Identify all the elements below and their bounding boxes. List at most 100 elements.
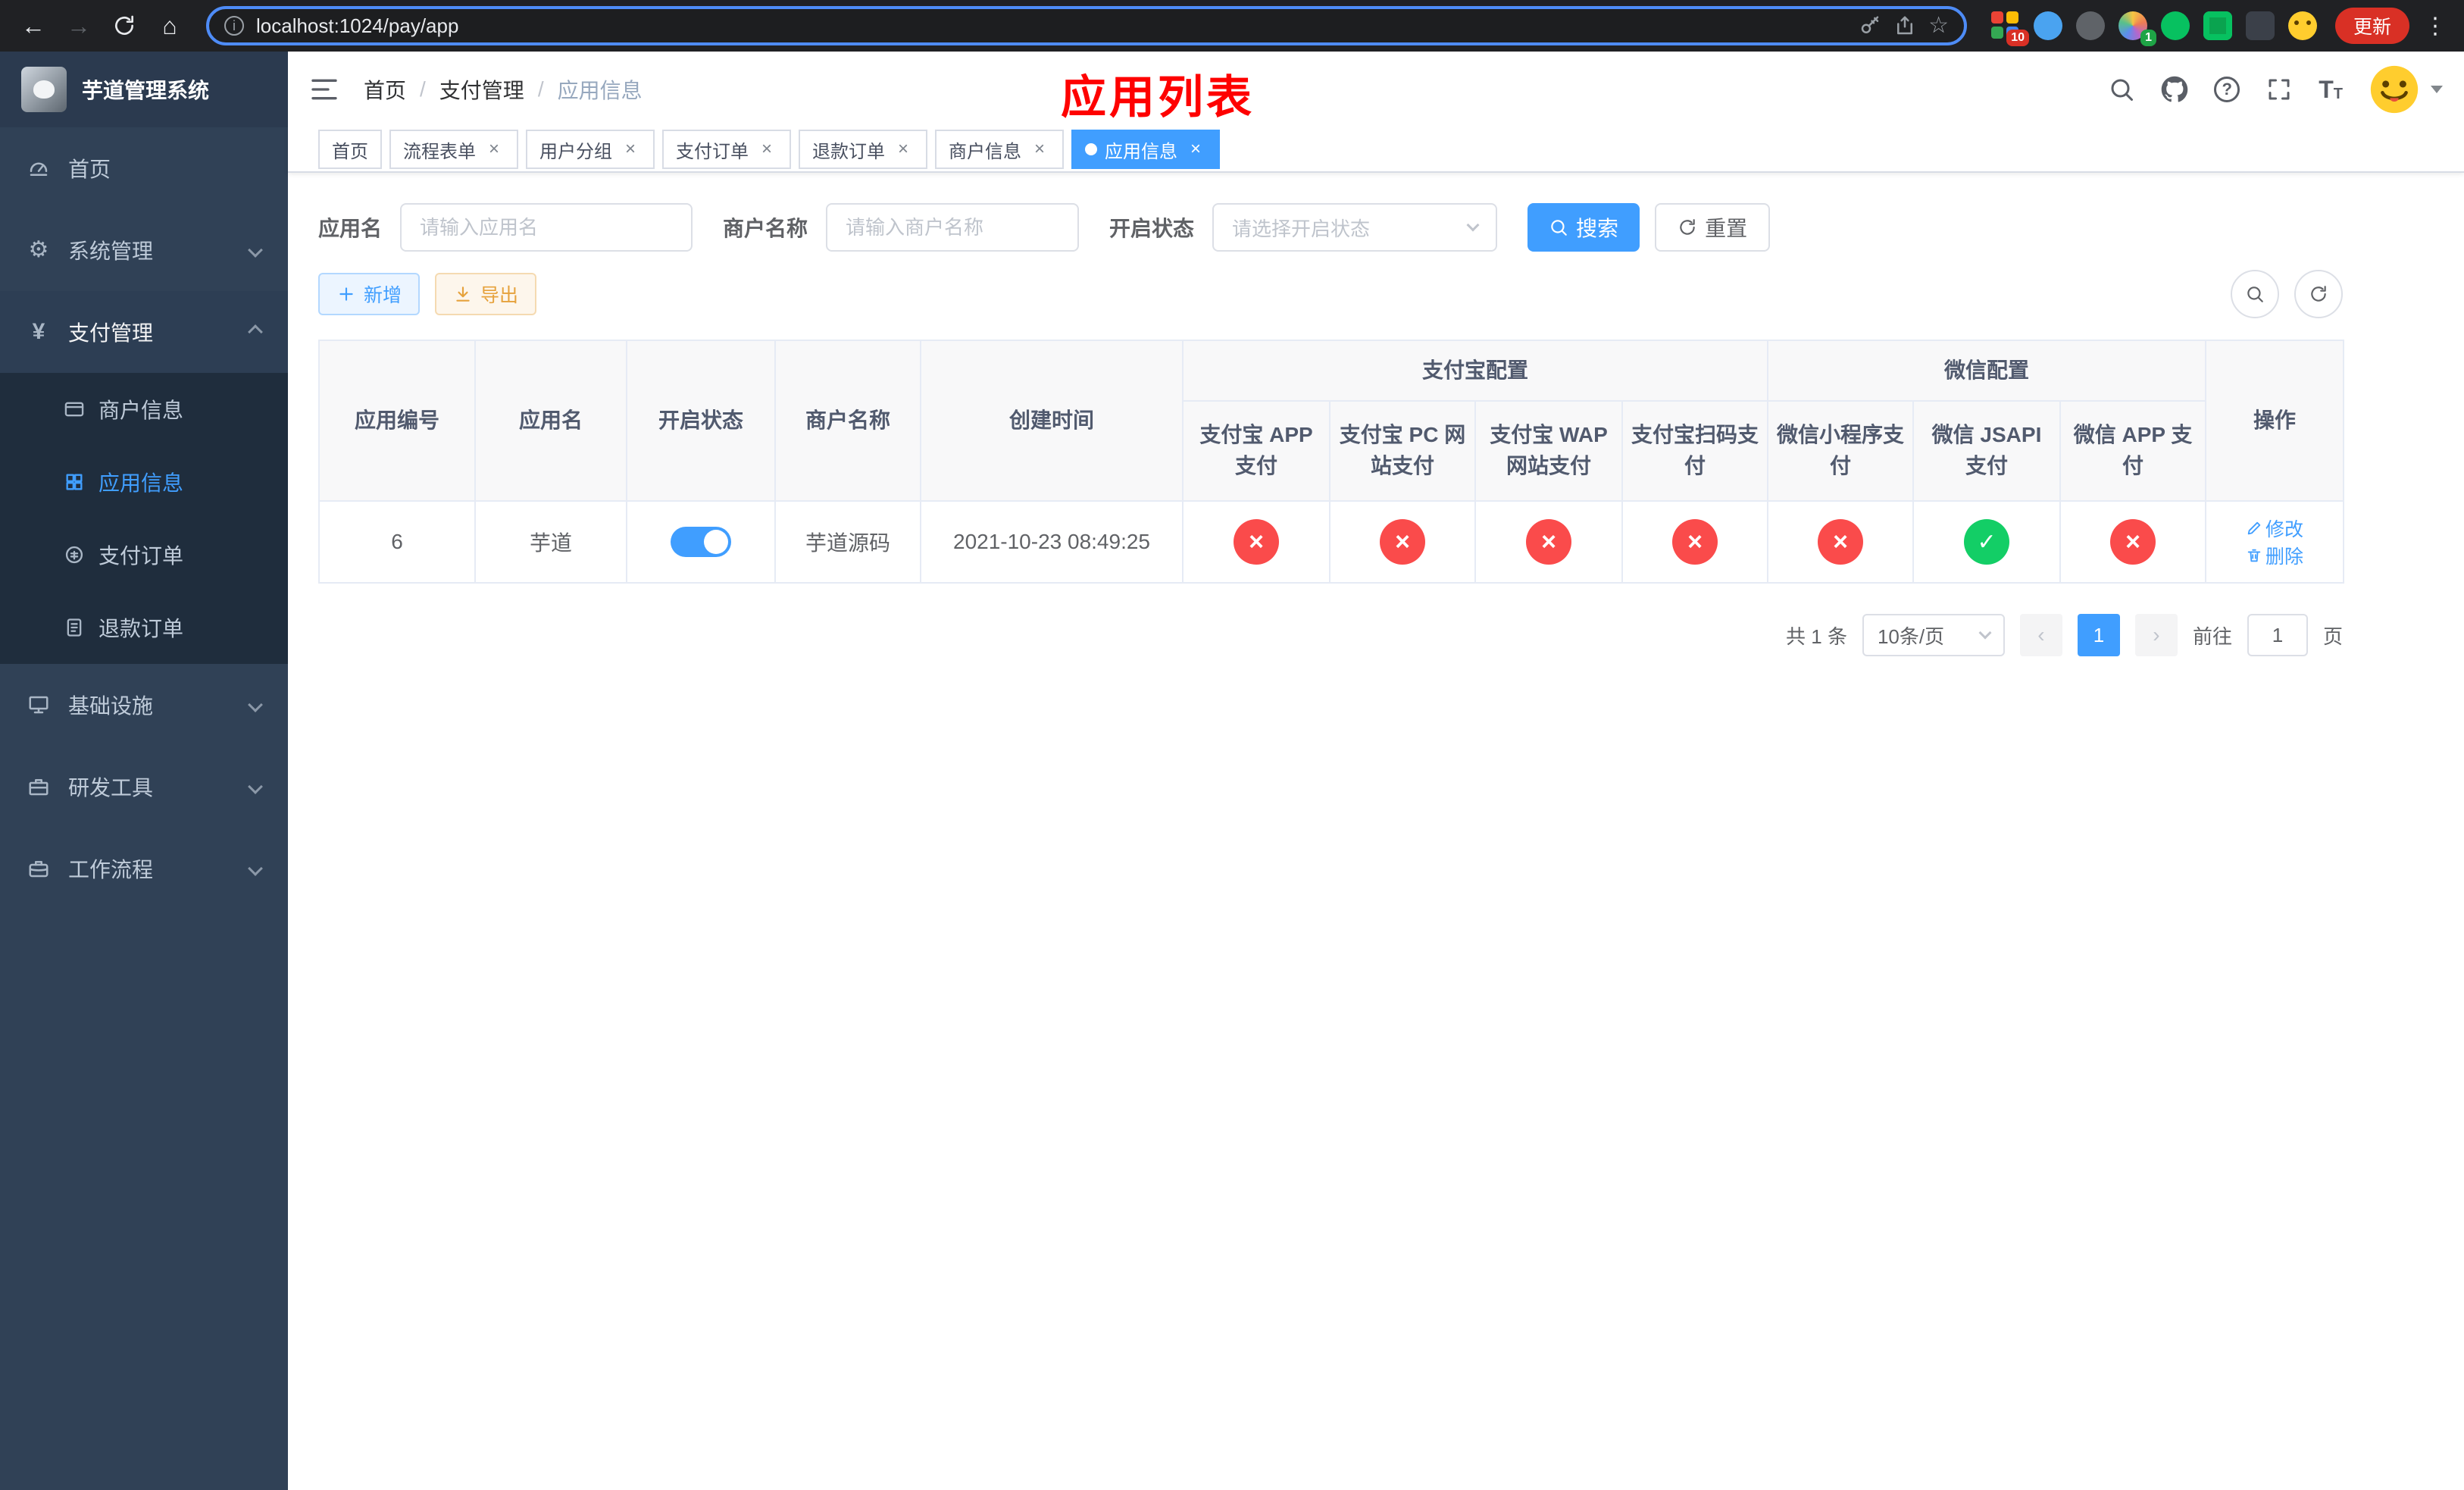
chevron-down-icon: [248, 697, 263, 712]
site-info-icon[interactable]: i: [224, 16, 244, 36]
merchant-card-icon: [64, 402, 84, 417]
prev-page-button[interactable]: ‹: [2019, 614, 2062, 656]
extension-grid-icon[interactable]: 10: [1990, 11, 2029, 46]
sidebar-item-payment-management[interactable]: ¥ 支付管理: [0, 291, 288, 373]
password-key-icon[interactable]: [1859, 14, 1881, 37]
extension-green-icon[interactable]: [2160, 11, 2190, 40]
export-button[interactable]: 导出: [435, 273, 537, 315]
extension-badge: 1: [2140, 30, 2156, 46]
tab-user-group[interactable]: 用户分组 ×: [526, 130, 655, 169]
merchant-name-input[interactable]: [826, 203, 1080, 252]
user-menu[interactable]: [2369, 64, 2443, 115]
infrastructure-icon: [29, 696, 48, 714]
add-button[interactable]: 新增: [318, 273, 421, 315]
refund-order-icon: [67, 618, 82, 637]
next-page-button[interactable]: ›: [2134, 614, 2178, 656]
help-icon[interactable]: ?: [2214, 77, 2240, 102]
tab-home[interactable]: 首页: [318, 130, 382, 169]
github-icon[interactable]: [2161, 76, 2188, 103]
chevron-down-icon: [248, 861, 263, 876]
tab-close-icon[interactable]: ×: [756, 139, 777, 160]
back-button[interactable]: ←: [12, 5, 55, 47]
avatar-caret-icon: [2431, 86, 2443, 93]
app-name-input[interactable]: [400, 203, 693, 252]
browser-menu-button[interactable]: ⋮: [2419, 13, 2452, 39]
extension-gray-icon[interactable]: [2075, 11, 2105, 40]
goto-page-input[interactable]: [2247, 614, 2308, 656]
extension-cube-icon[interactable]: [2245, 11, 2275, 40]
tab-close-icon[interactable]: ×: [483, 139, 505, 160]
table-toolbar: 新增 导出: [318, 270, 2343, 318]
table-row: 6 芋道 芋道源码 2021-10-23 08:49:25 × × × × × …: [318, 500, 2345, 584]
user-avatar[interactable]: [2369, 64, 2420, 115]
app-logo[interactable]: 芋道管理系统: [0, 52, 288, 127]
sidebar-item-system-management[interactable]: ⚙ 系统管理: [0, 209, 288, 291]
hide-search-button[interactable]: [2231, 270, 2279, 318]
channel-status-icon: ×: [2110, 519, 2156, 565]
sidebar-item-dev-tools[interactable]: 研发工具: [0, 746, 288, 828]
sidebar-item-refund-order[interactable]: 退款订单: [0, 591, 288, 664]
reload-button[interactable]: [103, 5, 145, 47]
sidebar-item-home[interactable]: 首页: [0, 127, 288, 209]
tab-close-icon[interactable]: ×: [1185, 139, 1206, 160]
cell-app-id: 6: [318, 500, 476, 584]
app-grid-icon: [66, 474, 83, 490]
breadcrumb: 首页 / 支付管理 / 应用信息: [364, 74, 643, 105]
tab-app-info[interactable]: 应用信息 ×: [1071, 130, 1220, 169]
search-icon: [1551, 220, 1567, 236]
tab-process-form[interactable]: 流程表单 ×: [389, 130, 518, 169]
col-alipay-qr: 支付宝扫码支付: [1621, 400, 1769, 502]
channel-status-icon: ×: [1380, 519, 1425, 565]
reset-button[interactable]: 重置: [1655, 203, 1771, 252]
sidebar: 芋道管理系统 首页 ⚙ 系统管理 ¥ 支付管理 商户信息 应用信息 支付订单 退…: [0, 52, 288, 1490]
home-icon: ⌂: [162, 11, 177, 39]
address-bar[interactable]: i localhost:1024/pay/app ☆: [206, 6, 1967, 45]
col-wechat-app: 微信 APP 支付: [2059, 400, 2207, 502]
tab-refund-order[interactable]: 退款订单 ×: [799, 130, 927, 169]
delete-link[interactable]: 删除: [2246, 542, 2303, 569]
font-size-icon[interactable]: TT: [2319, 77, 2343, 102]
sidebar-item-payment-order[interactable]: 支付订单: [0, 518, 288, 591]
status-toggle[interactable]: [671, 527, 731, 557]
tab-close-icon[interactable]: ×: [893, 139, 914, 160]
sidebar-fold-icon[interactable]: [309, 74, 339, 105]
search-icon: [2247, 286, 2263, 302]
active-tab-dot: [1085, 143, 1097, 155]
sidebar-item-app-info[interactable]: 应用信息: [0, 446, 288, 518]
search-icon[interactable]: [2108, 76, 2135, 103]
extension-rainbow-icon[interactable]: 1: [2118, 11, 2156, 46]
share-icon[interactable]: [1893, 14, 1916, 37]
extension-emoji-icon[interactable]: [2287, 11, 2317, 40]
bookmark-star-icon[interactable]: ☆: [1928, 14, 1949, 37]
tab-merchant-info[interactable]: 商户信息 ×: [935, 130, 1064, 169]
tab-close-icon[interactable]: ×: [620, 139, 641, 160]
edit-link[interactable]: 修改: [2246, 515, 2303, 542]
sidebar-item-infrastructure[interactable]: 基础设施: [0, 664, 288, 746]
update-button[interactable]: 更新: [2334, 8, 2409, 44]
status-select[interactable]: 请选择开启状态: [1212, 203, 1498, 252]
page-title-annotation: 应用列表: [1061, 72, 1255, 123]
merchant-name-label: 商户名称: [723, 217, 808, 240]
tab-close-icon[interactable]: ×: [1029, 139, 1050, 160]
breadcrumb-home[interactable]: 首页: [364, 74, 406, 105]
breadcrumb-payment[interactable]: 支付管理: [439, 74, 524, 105]
page-number-button[interactable]: 1: [2077, 614, 2120, 656]
sidebar-item-merchant-info[interactable]: 商户信息: [0, 373, 288, 446]
page-size-select[interactable]: 10条/页: [1862, 614, 2005, 656]
search-button[interactable]: 搜索: [1527, 203, 1640, 252]
col-merchant: 商户名称: [774, 340, 921, 502]
extension-wechat-dev-icon[interactable]: [2203, 11, 2232, 40]
extension-blue-icon[interactable]: [2033, 11, 2062, 40]
fullscreen-icon[interactable]: [2265, 76, 2293, 103]
col-wechat-jsapi: 微信 JSAPI 支付: [1912, 400, 2062, 502]
home-button[interactable]: ⌂: [149, 5, 191, 47]
tab-pay-order[interactable]: 支付订单 ×: [662, 130, 791, 169]
refresh-table-button[interactable]: [2294, 270, 2343, 318]
sidebar-item-workflow[interactable]: 工作流程: [0, 828, 288, 909]
dashboard-icon: [30, 162, 48, 176]
edit-pencil-icon: [2247, 521, 2261, 535]
app-name-label: 应用名: [318, 217, 383, 240]
forward-button[interactable]: →: [58, 5, 100, 47]
navbar-actions: ? TT: [2108, 64, 2443, 115]
channel-status-icon: ×: [1526, 519, 1571, 565]
